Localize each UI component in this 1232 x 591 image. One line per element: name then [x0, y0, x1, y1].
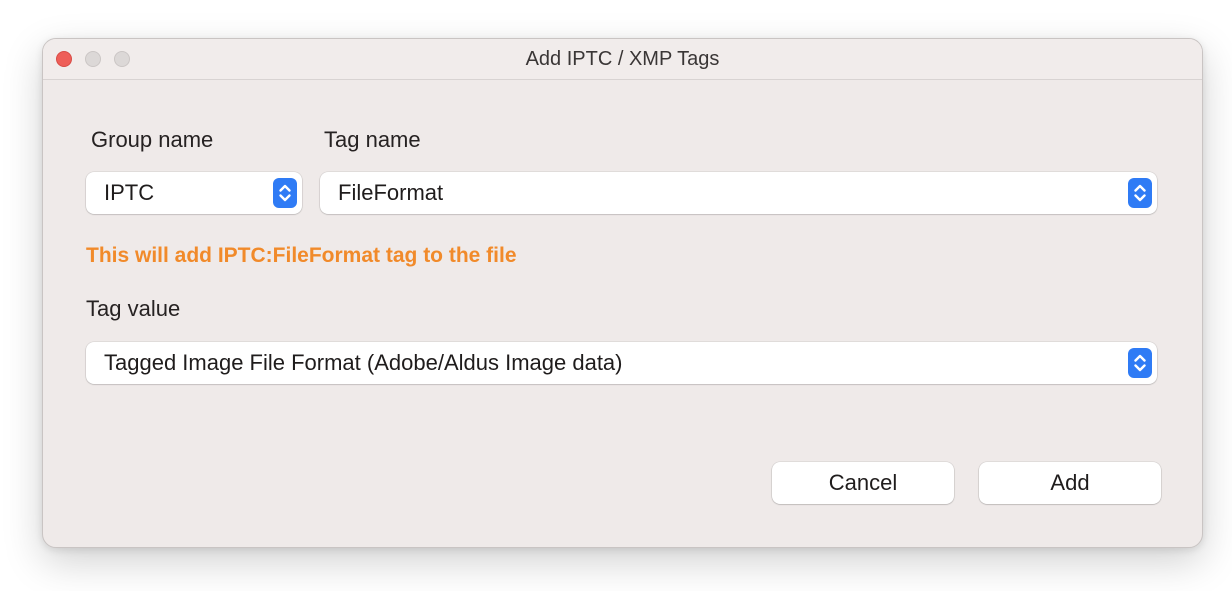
cancel-button[interactable]: Cancel: [772, 462, 954, 504]
window-title: Add IPTC / XMP Tags: [525, 48, 720, 70]
group-name-select[interactable]: IPTC: [86, 172, 302, 214]
group-name-value: IPTC: [104, 180, 155, 205]
chevron-up-down-icon[interactable]: [1128, 348, 1152, 378]
tag-value-label: Tag value: [86, 296, 181, 321]
tag-preview-hint: This will add IPTC:FileFormat tag to the…: [86, 244, 517, 267]
tag-name-value: FileFormat: [338, 180, 444, 205]
title-bar: Add IPTC / XMP Tags: [43, 39, 1202, 80]
tag-value-value: Tagged Image File Format (Adobe/Aldus Im…: [104, 350, 623, 375]
tag-name-select[interactable]: FileFormat: [320, 172, 1157, 214]
chevron-up-down-icon: [273, 178, 297, 208]
group-name-label: Group name: [91, 127, 214, 152]
chevron-up-down-icon: [1128, 178, 1152, 208]
add-button[interactable]: Add: [979, 462, 1161, 504]
tag-value-combobox[interactable]: Tagged Image File Format (Adobe/Aldus Im…: [86, 342, 1157, 384]
screen: Add IPTC / XMP Tags Group name Tag name …: [0, 0, 1232, 591]
tag-name-label: Tag name: [324, 127, 421, 152]
dialog-window: Add IPTC / XMP Tags Group name Tag name …: [42, 38, 1203, 548]
